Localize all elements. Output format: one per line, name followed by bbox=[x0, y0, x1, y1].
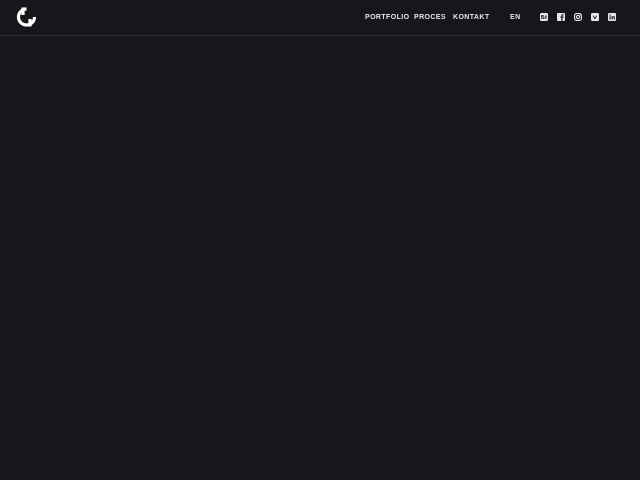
nav-proces[interactable]: PROCES bbox=[414, 13, 446, 22]
linkedin-icon[interactable] bbox=[608, 13, 616, 21]
vimeo-icon[interactable] bbox=[591, 13, 599, 21]
main-content-area bbox=[0, 36, 640, 480]
nav-kontakt[interactable]: KONTAKT bbox=[453, 13, 490, 22]
language-switcher[interactable]: EN bbox=[510, 13, 521, 22]
instagram-icon[interactable] bbox=[574, 13, 582, 21]
svg-text:Bē: Bē bbox=[541, 15, 548, 21]
nav-portfolio[interactable]: PORTFOLIO bbox=[365, 13, 409, 22]
site-header: PORTFOLIO PROCES KONTAKT EN Bē bbox=[0, 0, 640, 36]
behance-icon[interactable]: Bē bbox=[540, 13, 548, 21]
main-navigation: PORTFOLIO PROCES KONTAKT EN Bē bbox=[0, 0, 640, 35]
facebook-icon[interactable] bbox=[557, 13, 565, 21]
